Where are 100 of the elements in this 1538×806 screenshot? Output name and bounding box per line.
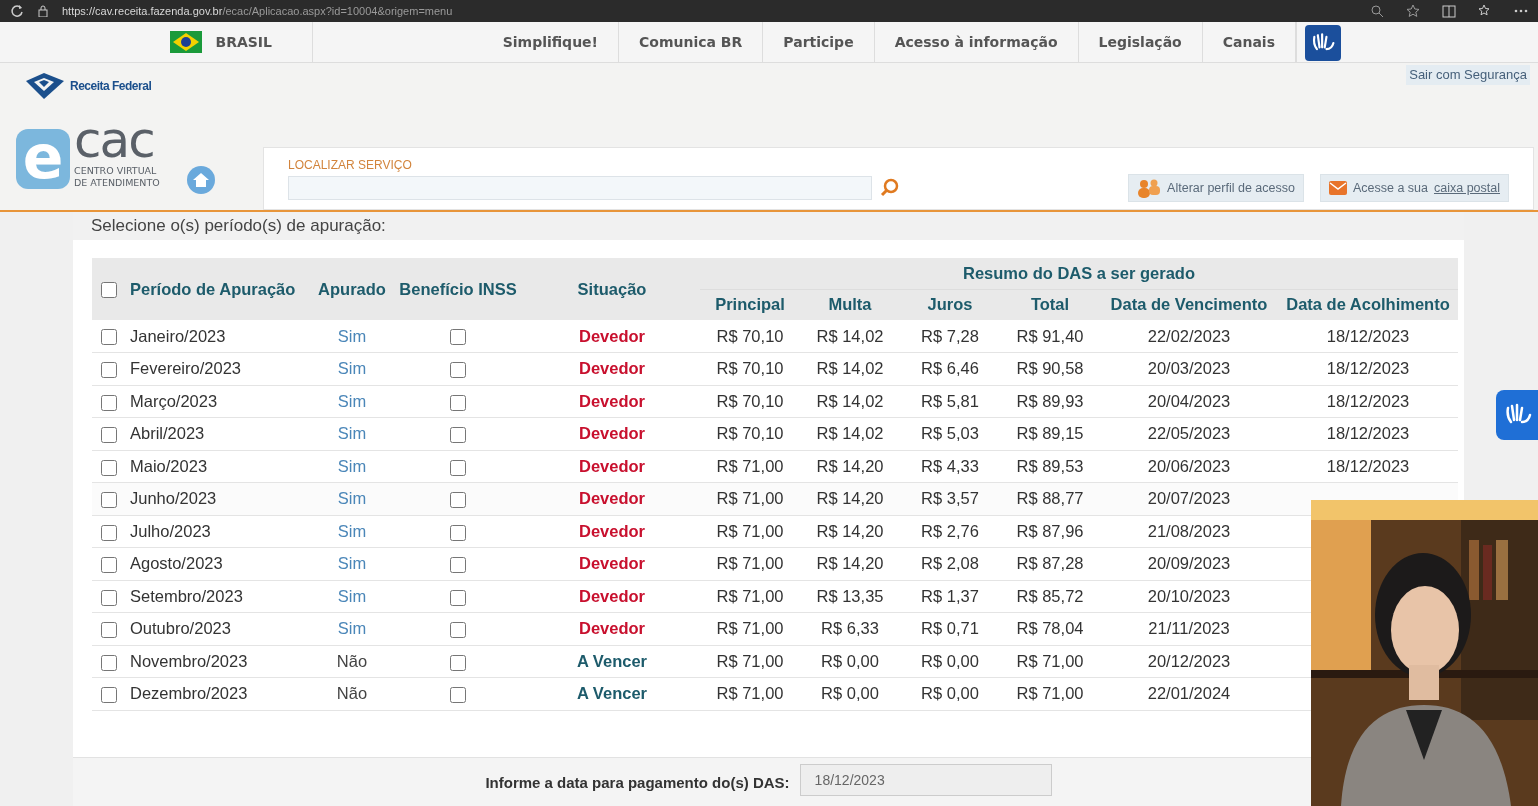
users-icon <box>1137 178 1162 198</box>
inss-checkbox[interactable] <box>450 589 466 606</box>
nav-link-item[interactable]: Comunica BR <box>619 22 764 62</box>
inss-checkbox[interactable] <box>450 557 466 573</box>
status-text: Devedor <box>524 385 700 418</box>
table-cell: R$ 70,10 <box>700 417 800 450</box>
row-checkbox[interactable] <box>101 459 117 476</box>
logo-mark: e <box>16 129 70 189</box>
row-checkbox[interactable] <box>101 492 117 508</box>
split-screen-icon[interactable] <box>1442 4 1456 18</box>
inss-checkbox[interactable] <box>450 654 466 671</box>
table-cell: R$ 1,37 <box>900 580 1000 613</box>
row-checkbox[interactable] <box>101 427 117 443</box>
inss-checkbox[interactable] <box>450 687 466 703</box>
star-icon[interactable] <box>1406 4 1420 18</box>
sign-language-button[interactable] <box>1305 25 1341 61</box>
table-cell: 20/07/2023 <box>1100 482 1278 515</box>
status-text: Devedor <box>524 450 700 483</box>
table-cell: R$ 14,02 <box>800 417 900 450</box>
nav-link-item[interactable]: Canais <box>1202 22 1296 62</box>
inss-checkbox[interactable] <box>450 459 466 476</box>
sign-language-button[interactable] <box>1496 390 1538 440</box>
logo-icon <box>24 71 66 101</box>
logo-subtitle: DE ATENDIMENTO <box>74 177 160 189</box>
column-header: Apurado <box>312 258 392 320</box>
table-cell: R$ 71,00 <box>1000 677 1100 710</box>
home-icon[interactable] <box>186 165 216 195</box>
status-text: Devedor <box>524 612 700 645</box>
row-checkbox[interactable] <box>101 329 117 346</box>
column-group-header: Resumo do DAS a ser gerado <box>700 258 1458 289</box>
row-checkbox[interactable] <box>101 687 117 703</box>
row-checkbox[interactable] <box>101 654 117 671</box>
lock-icon <box>38 5 48 17</box>
table-cell: Junho/2023 <box>126 482 312 515</box>
row-checkbox[interactable] <box>101 622 117 638</box>
table-cell: R$ 4,33 <box>900 450 1000 483</box>
favorites-icon[interactable] <box>1478 4 1492 18</box>
nav-link-item[interactable]: Simplifique! <box>482 22 619 62</box>
table-cell: R$ 5,03 <box>900 417 1000 450</box>
table-cell: R$ 71,00 <box>700 450 800 483</box>
table-cell: Sim <box>312 450 392 483</box>
profile-button[interactable]: Alterar perfil de acesso <box>1128 174 1304 202</box>
table-cell: 22/01/2024 <box>1100 677 1278 710</box>
status-text: Devedor <box>524 482 700 515</box>
inss-checkbox[interactable] <box>450 427 466 443</box>
status-text: Devedor <box>524 352 700 385</box>
table-cell: 21/11/2023 <box>1100 612 1278 645</box>
table-cell: R$ 0,00 <box>800 677 900 710</box>
row-checkbox[interactable] <box>101 524 117 541</box>
row-checkbox[interactable] <box>101 557 117 573</box>
table-cell: R$ 70,10 <box>700 352 800 385</box>
select-all-checkbox[interactable] <box>101 282 117 299</box>
search-icon[interactable] <box>880 178 900 198</box>
table-cell: 18/12/2023 <box>1278 417 1458 450</box>
logout-link[interactable]: Sair com Segurança <box>1406 65 1530 85</box>
zoom-icon[interactable] <box>1371 4 1384 18</box>
table-cell: Sim <box>312 352 392 385</box>
table-cell: R$ 5,81 <box>900 385 1000 418</box>
mailbox-link[interactable]: caixa postal <box>1434 178 1500 198</box>
inss-checkbox[interactable] <box>450 492 466 508</box>
nav-link-item[interactable]: Legislação <box>1078 22 1203 62</box>
table-cell: R$ 87,28 <box>1000 547 1100 580</box>
table-cell: 20/12/2023 <box>1100 645 1278 678</box>
row-checkbox[interactable] <box>101 362 117 378</box>
row-checkbox[interactable] <box>101 394 117 411</box>
table-cell: Janeiro/2023 <box>126 320 312 353</box>
table-cell: R$ 71,00 <box>700 677 800 710</box>
inss-checkbox[interactable] <box>450 622 466 638</box>
table-cell: R$ 2,76 <box>900 515 1000 548</box>
inss-checkbox[interactable] <box>450 524 466 541</box>
table-cell: 20/06/2023 <box>1100 450 1278 483</box>
table-cell: Sim <box>312 547 392 580</box>
status-text: Devedor <box>524 417 700 450</box>
table-cell: R$ 14,02 <box>800 352 900 385</box>
nav-link-item[interactable]: Acesso à informação <box>874 22 1079 62</box>
nav-link-item[interactable]: Participe <box>763 22 875 62</box>
table-cell: 20/09/2023 <box>1100 547 1278 580</box>
inss-checkbox[interactable] <box>450 362 466 378</box>
table-cell: Sim <box>312 417 392 450</box>
table-cell: R$ 89,53 <box>1000 450 1100 483</box>
date-field[interactable]: 18/12/2023 <box>799 764 1052 796</box>
row-checkbox[interactable] <box>101 589 117 606</box>
inss-checkbox[interactable] <box>450 329 466 346</box>
table-cell: R$ 71,00 <box>1000 645 1100 678</box>
table-cell: R$ 88,77 <box>1000 482 1100 515</box>
table-cell: R$ 6,33 <box>800 612 900 645</box>
refresh-icon[interactable] <box>10 4 24 18</box>
column-header: Situação <box>524 258 700 320</box>
table-cell: R$ 90,58 <box>1000 352 1100 385</box>
table-cell: Sim <box>312 320 392 353</box>
table-cell: R$ 0,00 <box>900 677 1000 710</box>
more-icon[interactable] <box>1514 9 1528 13</box>
country-label: BRASIL <box>215 32 272 52</box>
search-field[interactable] <box>288 176 872 200</box>
table-cell: R$ 3,57 <box>900 482 1000 515</box>
mailbox-text: Acesse a sua <box>1352 179 1428 197</box>
inss-checkbox[interactable] <box>450 394 466 411</box>
table-cell: Abril/2023 <box>126 417 312 450</box>
column-header: Data de Vencimento <box>1100 289 1278 320</box>
status-text: Devedor <box>524 515 700 548</box>
